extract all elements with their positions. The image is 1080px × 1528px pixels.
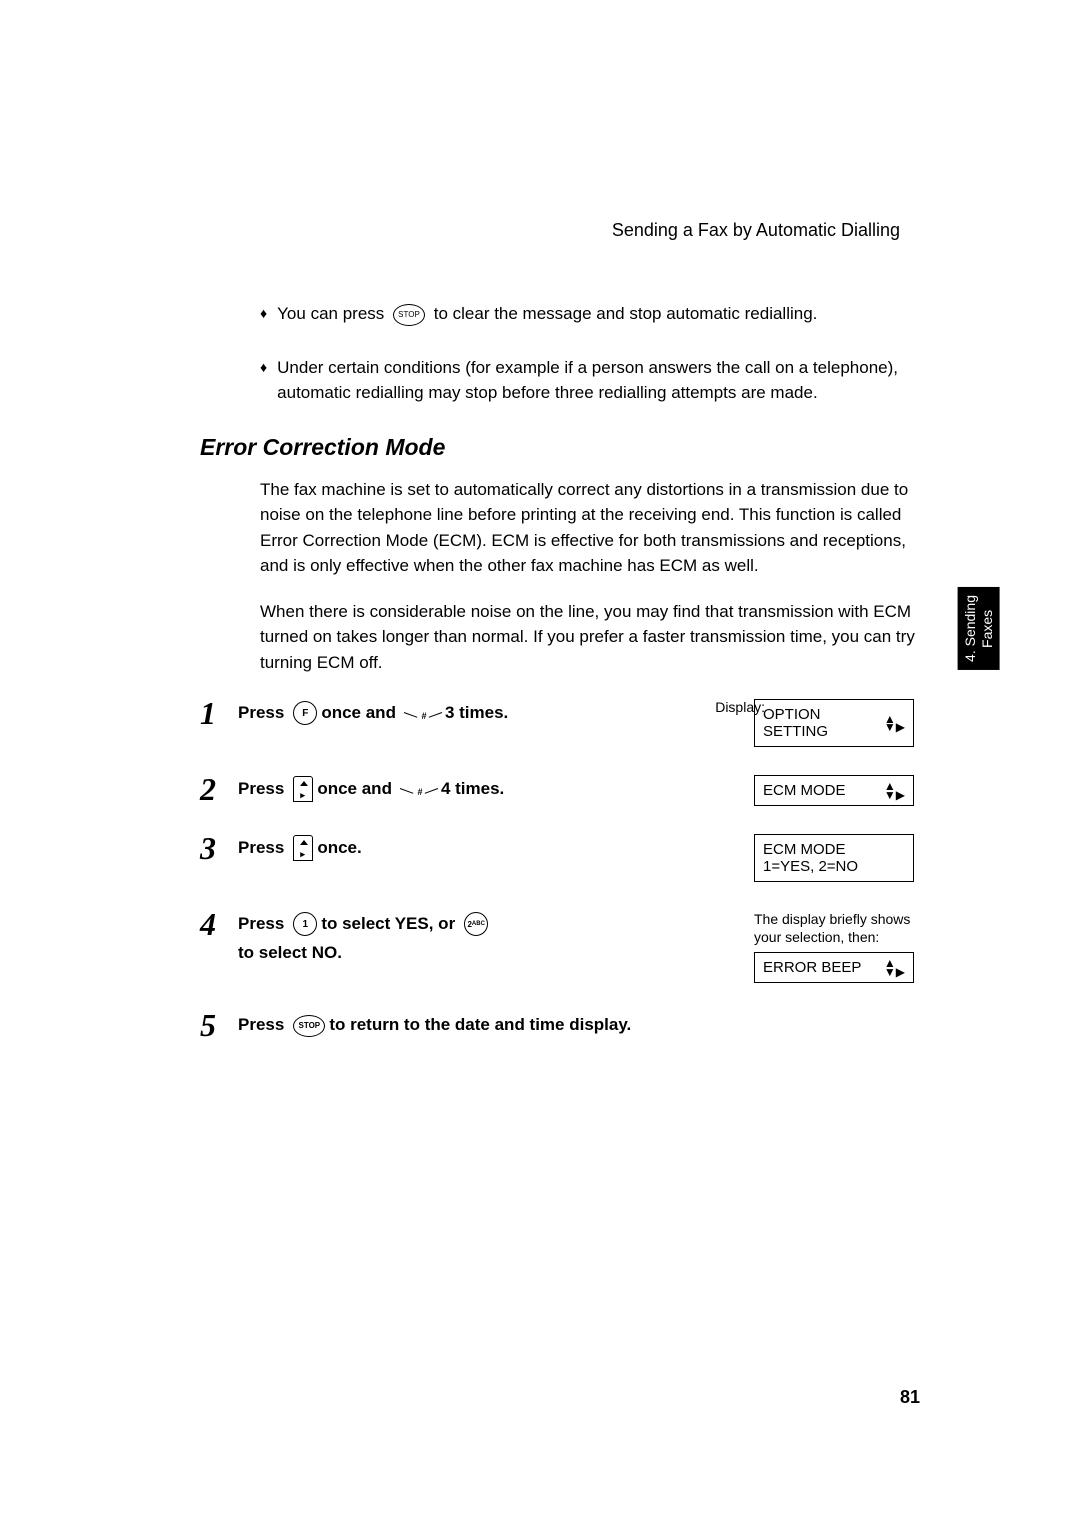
step-instruction: Press F once and # 3 times.	[238, 699, 754, 728]
page-number: 81	[900, 1387, 920, 1408]
bullet-text-post: to clear the message and stop automatic …	[434, 304, 818, 323]
display-subtext: 1=YES, 2=NO	[763, 858, 858, 875]
step-row: 5 Press STOP to return to the date and t…	[200, 1011, 920, 1041]
bullet-item: ♦ You can press STOP to clear the messag…	[260, 301, 920, 327]
step-text: to return to the date and time display.	[329, 1011, 631, 1040]
step-row: 1 Press F once and # 3 times. Display: O…	[200, 699, 920, 747]
bullet-icon: ♦	[260, 357, 267, 378]
step-row: 2 Press once and # 4 times. ECM MODE ▲▼▶	[200, 775, 920, 806]
step-number: 3	[200, 832, 238, 864]
step-text: once and	[321, 699, 396, 728]
step-text: 4 times.	[441, 775, 504, 804]
step-text: Press	[238, 910, 284, 939]
step-instruction: Press STOP to return to the date and tim…	[238, 1011, 920, 1040]
step-instruction: Press 1 to select YES, or 2ABC to select…	[238, 910, 538, 968]
display-screen: OPTION SETTING ▲▼▶	[754, 699, 914, 747]
f-key-icon: F	[293, 701, 317, 725]
step-instruction: Press once.	[238, 834, 754, 863]
body-paragraph: The fax machine is set to automatically …	[260, 477, 920, 579]
nav-arrows-icon: ▲▼▶	[884, 959, 905, 976]
body-paragraph: When there is considerable noise on the …	[260, 599, 920, 676]
display-text: ERROR BEEP	[763, 959, 861, 976]
stop-icon: STOP	[393, 304, 425, 326]
display-text: OPTION SETTING	[763, 706, 884, 740]
side-tab: 4. SendingFaxes	[958, 587, 1000, 670]
step-number: 2	[200, 773, 238, 805]
step-text: Press	[238, 1011, 284, 1040]
step-text: Press	[238, 699, 284, 728]
bullet-icon: ♦	[260, 303, 267, 324]
display-screen: ERROR BEEP ▲▼▶	[754, 952, 914, 983]
display-screen: ECM MODE ▲▼▶	[754, 775, 914, 806]
step-text: Press	[238, 834, 284, 863]
steps-list: 1 Press F once and # 3 times. Display: O…	[200, 699, 920, 1041]
nav-arrows-icon: ▲▼▶	[884, 782, 905, 799]
display-note: The display briefly shows your selection…	[754, 910, 920, 946]
bullet-text-pre: You can press	[277, 304, 389, 323]
step-number: 1	[200, 697, 238, 729]
step-text: to select YES, or	[321, 910, 455, 939]
step-text: Press	[238, 775, 284, 804]
section-title: Error Correction Mode	[200, 434, 920, 461]
step-text: to select NO.	[238, 939, 342, 968]
two-key-icon: 2ABC	[464, 912, 488, 936]
step-text: once.	[317, 834, 361, 863]
one-key-icon: 1	[293, 912, 317, 936]
display-screen: ECM MODE 1=YES, 2=NO	[754, 834, 914, 882]
step-row: 4 Press 1 to select YES, or 2ABC to sele…	[200, 910, 920, 983]
step-instruction: Press once and # 4 times.	[238, 775, 754, 804]
step-number: 5	[200, 1009, 238, 1041]
step-row: 3 Press once. ECM MODE 1=YES, 2=NO	[200, 834, 920, 882]
bullet-list: ♦ You can press STOP to clear the messag…	[260, 301, 920, 406]
bullet-text: Under certain conditions (for example if…	[277, 355, 920, 406]
display-text: ECM MODE	[763, 841, 846, 858]
step-text: 3 times.	[445, 699, 508, 728]
nav-arrows-icon: ▲▼▶	[884, 715, 905, 732]
display-label: Display:	[715, 699, 765, 715]
step-text: once and	[317, 775, 392, 804]
hash-key-icon: #	[404, 700, 442, 726]
stop-key-icon: STOP	[293, 1015, 325, 1037]
step-number: 4	[200, 908, 238, 940]
arrow-key-icon	[293, 776, 313, 802]
bullet-item: ♦ Under certain conditions (for example …	[260, 355, 920, 406]
hash-key-icon: #	[400, 776, 438, 802]
arrow-key-icon	[293, 835, 313, 861]
display-text: ECM MODE	[763, 782, 846, 799]
section-header: Sending a Fax by Automatic Dialling	[200, 220, 920, 241]
